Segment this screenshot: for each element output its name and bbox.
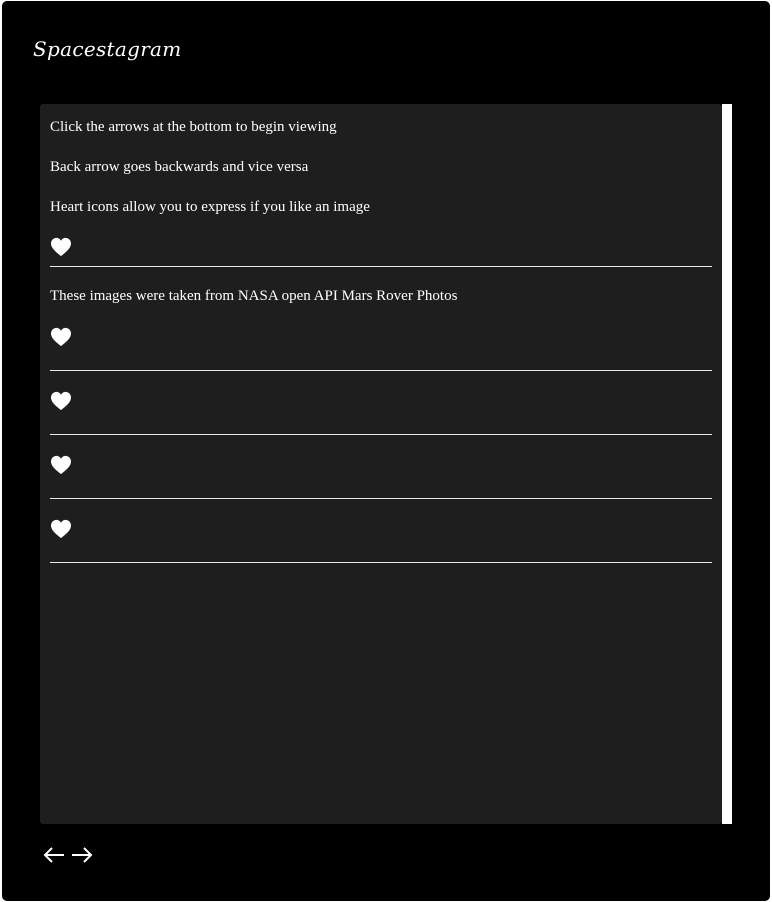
heart-icon[interactable] (50, 237, 74, 259)
post-text-line: Click the arrows at the bottom to begin … (50, 119, 337, 135)
post-card: Click the arrows at the bottom to begin … (50, 104, 712, 267)
heart-icon[interactable] (50, 519, 74, 541)
post-text-line: These images were taken from NASA open A… (50, 288, 458, 304)
post-card (50, 499, 712, 563)
heart-icon[interactable] (50, 391, 74, 413)
navigation-arrows (42, 843, 94, 867)
post-card: These images were taken from NASA open A… (50, 267, 712, 371)
feed-panel[interactable]: Click the arrows at the bottom to begin … (40, 104, 722, 824)
post-text-line: Back arrow goes backwards and vice versa (50, 159, 309, 175)
app-title: Spacestagram (33, 37, 182, 61)
arrow-right-icon[interactable] (70, 843, 94, 867)
heart-icon[interactable] (50, 327, 74, 349)
heart-icon[interactable] (50, 455, 74, 477)
post-card (50, 371, 712, 435)
scrollbar[interactable] (722, 104, 732, 824)
post-card (50, 435, 712, 499)
arrow-left-icon[interactable] (42, 843, 66, 867)
post-text-line: Heart icons allow you to express if you … (50, 199, 370, 215)
app-window: Spacestagram Click the arrows at the bot… (2, 1, 770, 901)
